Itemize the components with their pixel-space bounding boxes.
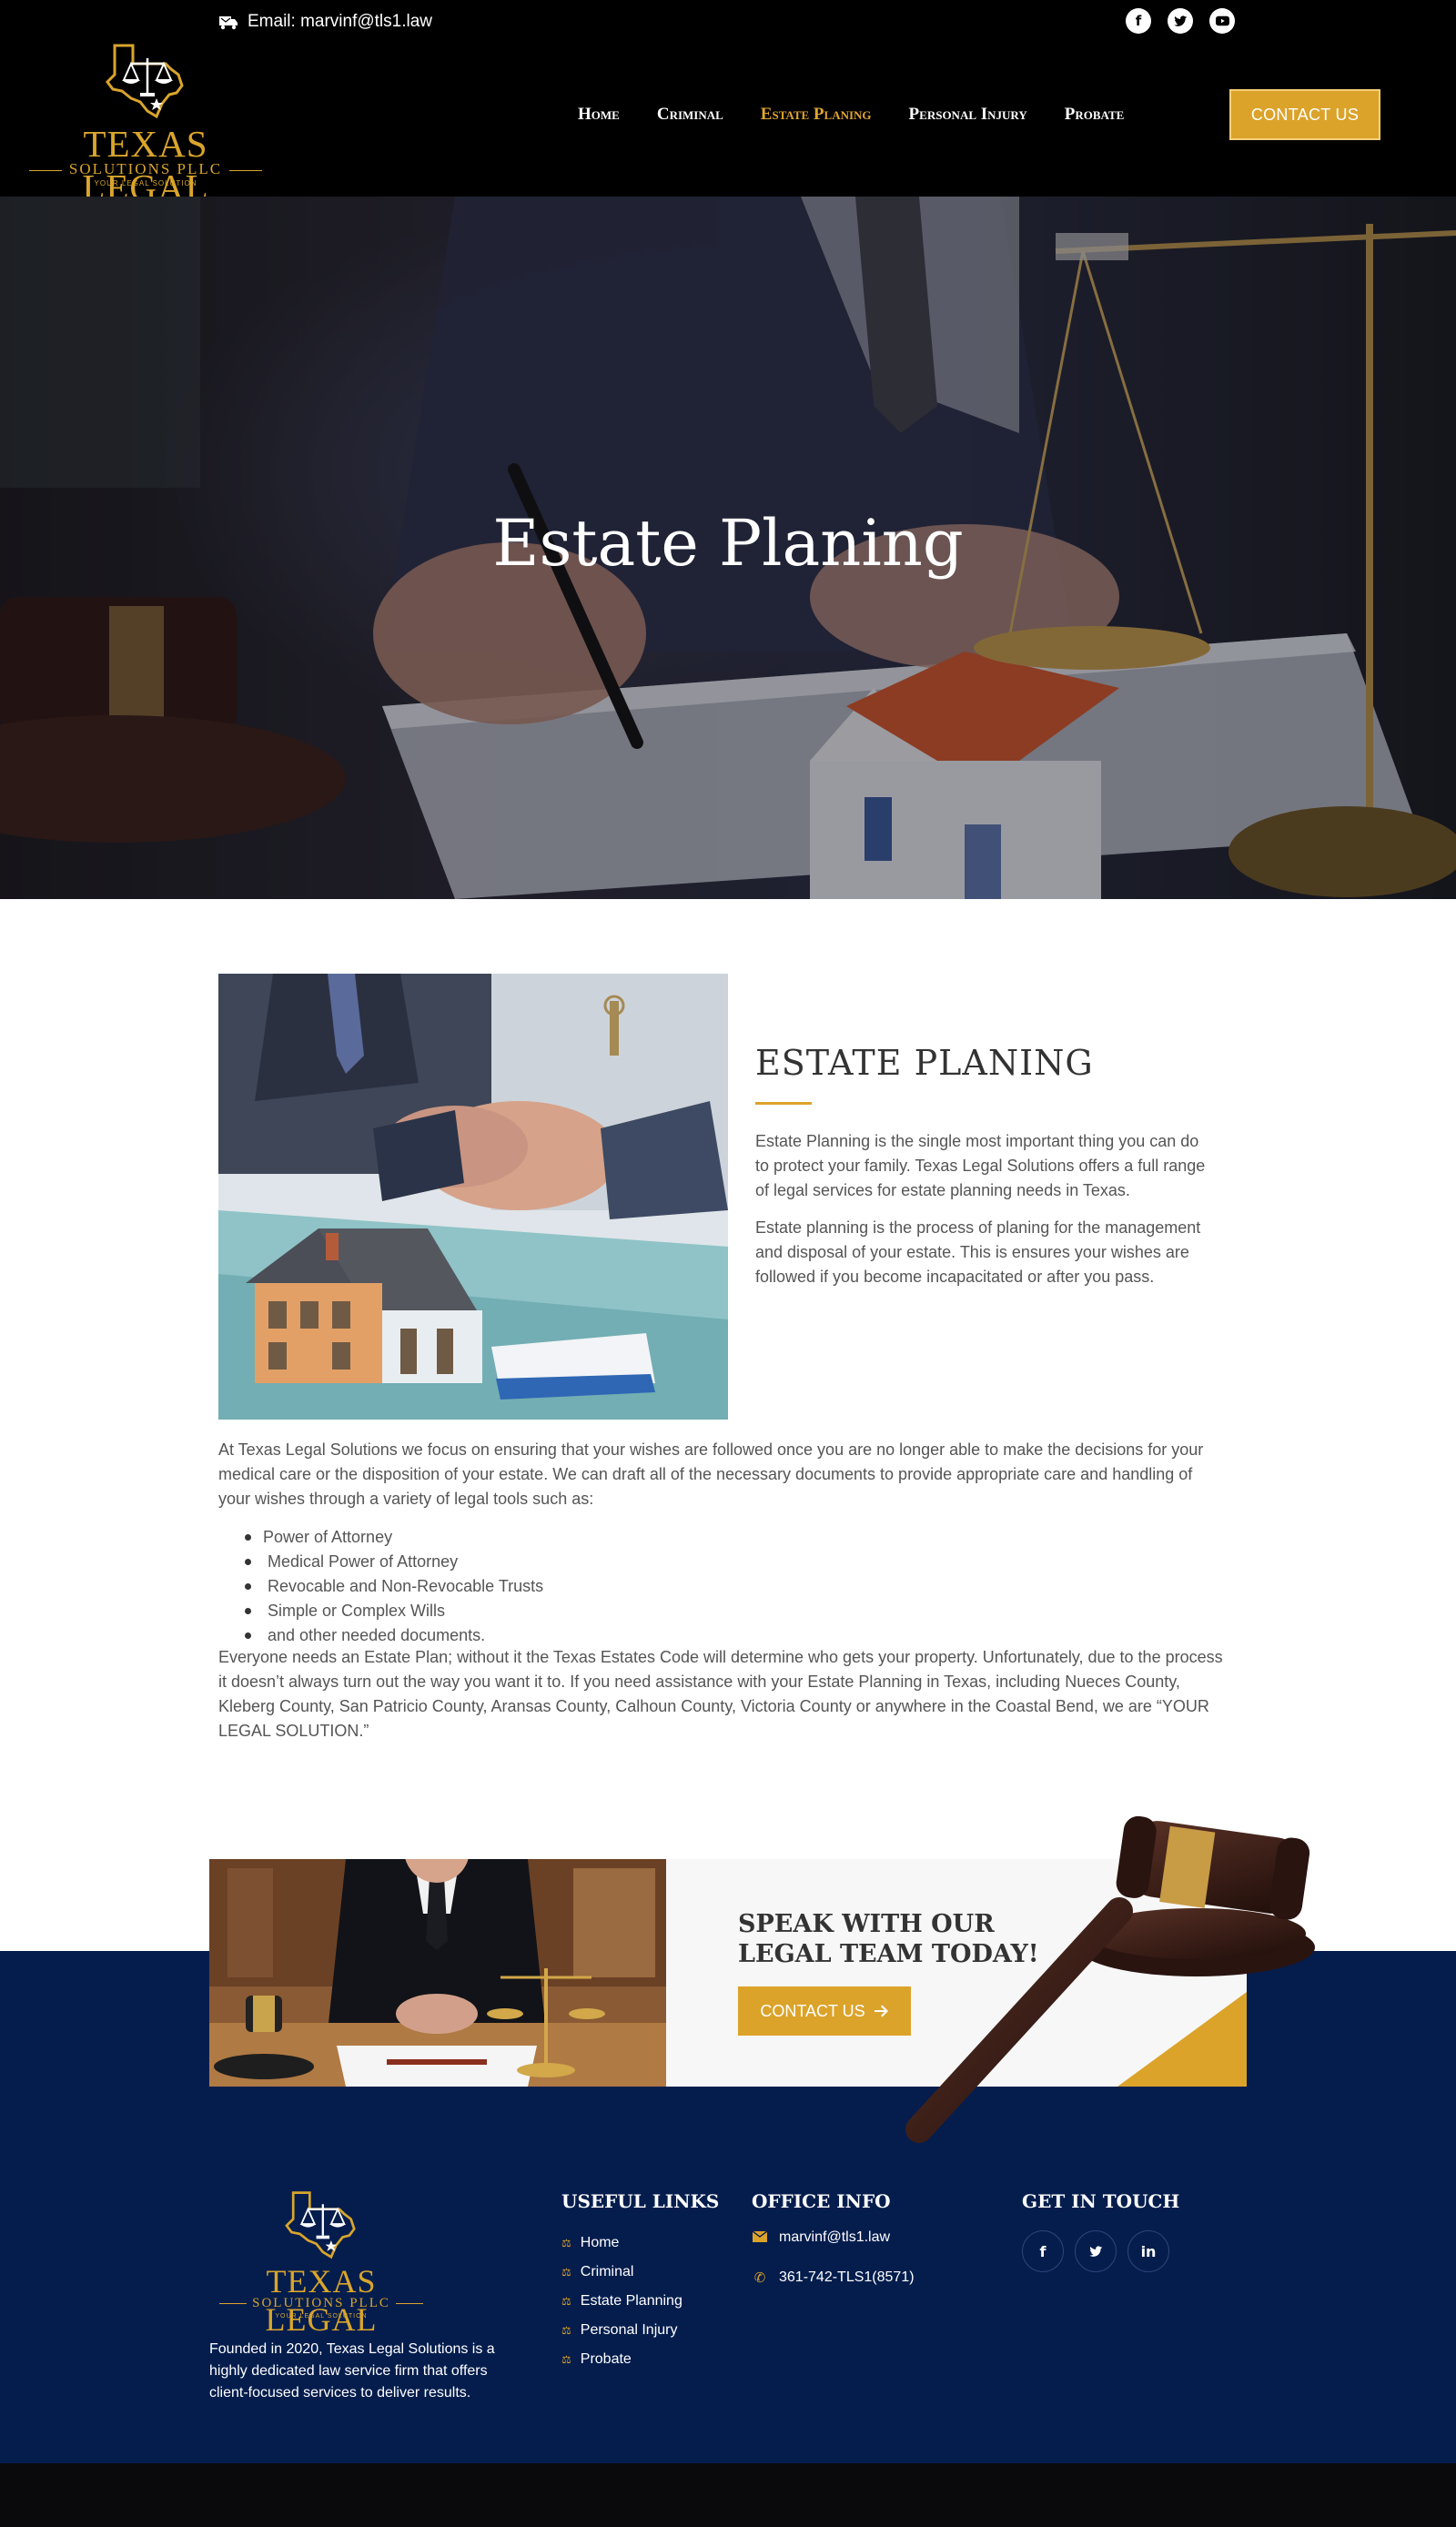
youtube-icon[interactable]	[1209, 8, 1235, 34]
topbar-email-text: Email: marvinf@tls1.law	[248, 12, 432, 31]
nav-probate[interactable]: Probate	[1065, 105, 1125, 125]
scales-bullet-icon: ⚖	[561, 2324, 571, 2337]
nav-estate-planing[interactable]: Estate Planing	[761, 105, 872, 125]
hero-banner: Estate Planing	[0, 197, 1456, 899]
header-social-links: f	[1126, 8, 1235, 34]
twitter-icon[interactable]	[1075, 2230, 1117, 2272]
nav-home[interactable]: Home	[578, 105, 620, 125]
nav-criminal[interactable]: Criminal	[657, 105, 723, 125]
footer-link-estate-planning[interactable]: ⚖ Estate Planning	[561, 2287, 682, 2316]
section-title: ESTATE PLANING	[755, 1043, 1094, 1083]
linkedin-icon[interactable]: in	[1127, 2230, 1169, 2272]
twitter-icon[interactable]	[1168, 8, 1193, 34]
nav-personal-injury[interactable]: Personal Injury	[909, 105, 1027, 125]
main-nav: Home Criminal Estate Planing Personal In…	[578, 90, 1161, 139]
site-header: Email: marvinf@tls1.law f TEXAS LEGAL SO…	[0, 0, 1456, 208]
legal-tools-list: Power of Attorney Medical Power of Attor…	[245, 1525, 543, 1648]
footer-social-links: f in	[1022, 2230, 1169, 2272]
list-item-text: Medical Power of Attorney	[263, 1552, 459, 1571]
footer-link-personal-injury[interactable]: ⚖ Personal Injury	[561, 2316, 682, 2345]
bullet-icon	[245, 1559, 251, 1565]
footer-logo[interactable]: TEXAS LEGAL SOLUTIONS PLLC YOUR LEGAL SO…	[207, 2186, 435, 2338]
cta-button-label: CONTACT US	[760, 2001, 865, 2020]
facebook-icon[interactable]: f	[1022, 2230, 1064, 2272]
useful-links-list: ⚖ Home ⚖ Criminal ⚖ Estate Planning ⚖ Person…	[561, 2229, 682, 2374]
footer-link-label: Home	[580, 2235, 620, 2250]
footer-link-probate[interactable]: ⚖ Probate	[561, 2345, 682, 2374]
office-email-text: marvinf@tls1.law	[779, 2229, 891, 2245]
email-truck-icon	[219, 16, 238, 30]
phone-icon: ✆	[753, 2269, 766, 2286]
texas-scales-icon	[285, 2191, 356, 2259]
footer-link-label: Probate	[580, 2351, 632, 2367]
list-item-text: Simple or Complex Wills	[263, 1602, 446, 1620]
footer-link-criminal[interactable]: ⚖ Criminal	[561, 2258, 682, 2287]
list-item: Power of Attorney	[245, 1525, 543, 1550]
list-item: Revocable and Non-Revocable Trusts	[245, 1574, 543, 1599]
arrow-right-icon	[874, 2005, 888, 2017]
list-item: Simple or Complex Wills	[245, 1599, 543, 1623]
useful-links-heading: USEFUL LINKS	[561, 2190, 720, 2212]
list-item: and other needed documents.	[245, 1623, 543, 1648]
bottom-bar	[0, 2463, 1456, 2527]
footer-link-label: Personal Injury	[580, 2322, 678, 2338]
footer-link-label: Estate Planning	[580, 2293, 682, 2309]
intro-paragraph-1: Estate Planning is the single most impor…	[755, 1132, 1206, 1199]
footer-logo-tagline: YOUR LEGAL SOLUTION	[275, 2313, 368, 2320]
body-paragraph-2: Everyone needs an Estate Plan; without i…	[218, 1648, 1223, 1740]
scales-bullet-icon: ⚖	[561, 2353, 571, 2366]
bullet-icon	[245, 1534, 251, 1541]
title-underline	[755, 1102, 812, 1105]
get-in-touch-heading: GET IN TOUCH	[1022, 2190, 1180, 2212]
footer-about-text: Founded in 2020, Texas Legal Solutions i…	[209, 2341, 495, 2401]
office-info-heading: OFFICE INFO	[752, 2190, 891, 2212]
scales-bullet-icon: ⚖	[561, 2237, 571, 2249]
scales-bullet-icon: ⚖	[561, 2295, 571, 2308]
footer-link-label: Criminal	[580, 2264, 634, 2279]
intro-paragraph-2: Estate planning is the process of planin…	[755, 1218, 1201, 1286]
bullet-icon	[245, 1583, 251, 1590]
envelope-icon	[752, 2229, 768, 2246]
hero-title: Estate Planing	[492, 506, 964, 581]
office-phone[interactable]: ✆ 361-742-TLS1(8571)	[752, 2269, 915, 2286]
logo-subtitle: SOLUTIONS PLLC	[20, 160, 271, 178]
body-paragraph-1: At Texas Legal Solutions we focus on ens…	[218, 1440, 1204, 1508]
site-logo[interactable]: TEXAS LEGAL SOLUTIONS PLLC YOUR LEGAL SO…	[20, 38, 271, 208]
footer-link-home[interactable]: ⚖ Home	[561, 2229, 682, 2258]
texas-scales-icon	[106, 44, 184, 119]
estate-handshake-image	[218, 974, 728, 1420]
header-contact-button[interactable]: CONTACT US	[1229, 89, 1380, 140]
scales-bullet-icon: ⚖	[561, 2266, 571, 2279]
list-item-text: and other needed documents.	[263, 1626, 486, 1644]
list-item-text: Power of Attorney	[263, 1528, 393, 1546]
office-email[interactable]: marvinf@tls1.law	[752, 2229, 890, 2246]
facebook-icon[interactable]: f	[1126, 8, 1151, 34]
office-phone-text: 361-742-TLS1(8571)	[779, 2269, 915, 2285]
bullet-icon	[245, 1632, 251, 1639]
footer-logo-subtitle: SOLUTIONS PLLC	[207, 2296, 435, 2311]
list-item-text: Revocable and Non-Revocable Trusts	[263, 1577, 544, 1595]
logo-tagline: YOUR LEGAL SOLUTION	[94, 179, 197, 187]
bullet-icon	[245, 1608, 251, 1614]
lawyer-desk-image	[209, 1859, 666, 2087]
list-item: Medical Power of Attorney	[245, 1550, 543, 1574]
gavel-image	[905, 1815, 1315, 2143]
cta-contact-button[interactable]: CONTACT US	[738, 1986, 911, 2036]
topbar-email[interactable]: Email: marvinf@tls1.law	[218, 9, 432, 35]
